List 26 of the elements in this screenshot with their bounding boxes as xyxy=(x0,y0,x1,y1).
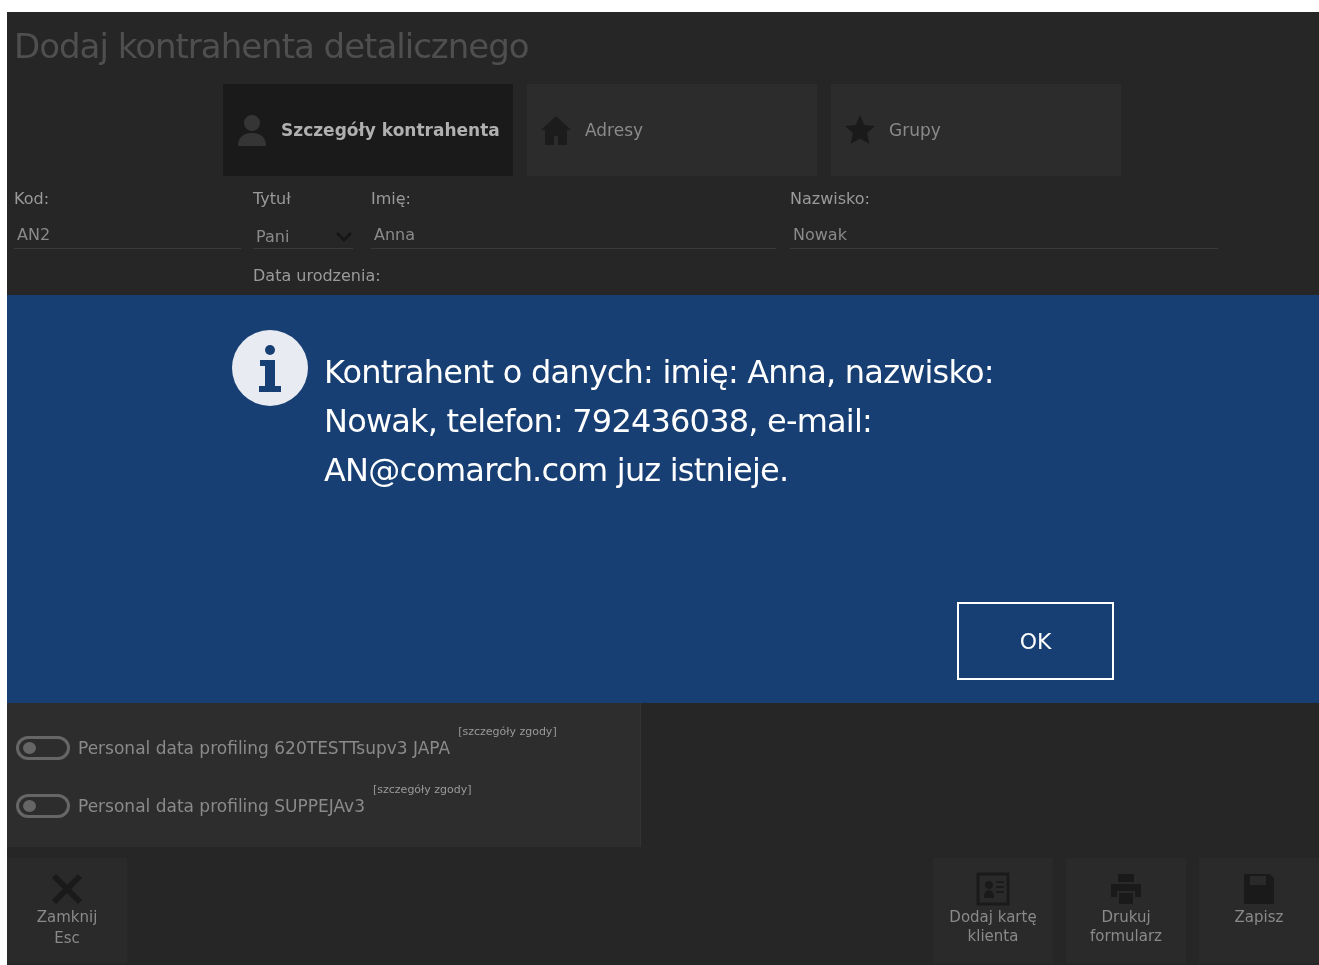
action-button[interactable]: Zapisz xyxy=(1199,858,1319,964)
action-button[interactable]: Drukuj formularz xyxy=(1066,858,1186,964)
consent-details-link[interactable]: [szczegóły zgody] xyxy=(458,725,557,739)
field-label: Nazwisko: xyxy=(790,189,870,211)
field-label: Data urodzenia: xyxy=(253,266,381,286)
action-button[interactable]: Dodaj kartę klienta xyxy=(933,858,1053,964)
action-button[interactable]: Zamknij Esc xyxy=(7,858,127,964)
consent-label: Personal data profiling 620TESTTsupv3 JAPA xyxy=(78,738,451,759)
info-icon xyxy=(232,330,308,407)
tab[interactable]: Szczegóły kontrahenta xyxy=(223,84,513,177)
field-label: Imię: xyxy=(371,189,411,211)
toggle-switch[interactable] xyxy=(16,736,70,761)
input-field[interactable]: Nowak xyxy=(790,225,1218,250)
person-icon xyxy=(235,113,269,148)
input-field[interactable]: AN2 xyxy=(14,225,241,250)
consent-label: Personal data profiling SUPPEJAv3 xyxy=(78,796,365,817)
tab[interactable]: Adresy xyxy=(527,84,817,177)
field-label: Tytuł xyxy=(253,189,291,211)
field-label: Kod: xyxy=(14,189,50,211)
toggle-switch[interactable] xyxy=(16,794,70,819)
tab[interactable]: Grupy xyxy=(831,84,1121,177)
dropdown[interactable]: Pani xyxy=(253,225,353,250)
consent-details-link[interactable]: [szczegóły zgody] xyxy=(373,783,472,797)
ok-button[interactable]: OK xyxy=(957,602,1114,681)
dialog-message: Kontrahent o danych: imię: Anna, nazwisko: Nowak, telefon: 792436038, e-mail: AN@comarch.com juz istnieje. xyxy=(324,352,995,492)
input-field[interactable]: Anna xyxy=(371,225,776,250)
